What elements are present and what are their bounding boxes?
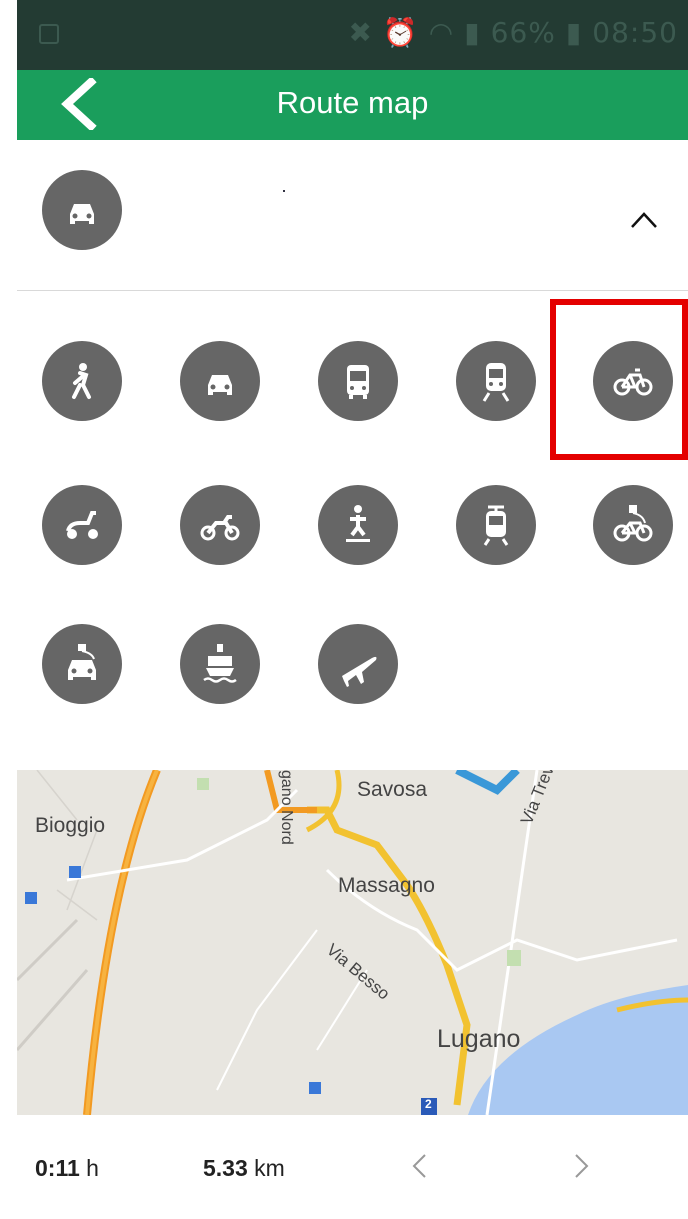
chevron-left-icon[interactable] — [411, 1153, 427, 1179]
airplane-icon[interactable] — [318, 624, 398, 704]
clock: 08:50 — [592, 16, 678, 49]
skateboard-icon[interactable] — [318, 485, 398, 565]
battery-icon: ▮ — [565, 16, 583, 49]
duration-value: 0:11 — [35, 1155, 80, 1181]
chevron-up-icon[interactable] — [629, 204, 659, 234]
tram-icon[interactable] — [456, 485, 536, 565]
map-label-savosa: Savosa — [357, 778, 428, 801]
route-map[interactable]: Savosa Bioggio Massagno Via Trevano Via … — [17, 770, 688, 1115]
bicycle-highlight-box — [550, 299, 688, 460]
marker-dot — [283, 190, 285, 192]
distance-value: 5.33 — [203, 1155, 248, 1181]
map-label-lugano-nord: gano Nord — [278, 770, 295, 845]
page-title: Route map — [276, 85, 429, 120]
wifi-icon: ◠ — [428, 16, 455, 49]
map-label-bioggio: Bioggio — [35, 814, 106, 837]
image-icon — [39, 24, 59, 44]
map-label-massagno: Massagno — [338, 874, 435, 897]
distance-unit: km — [254, 1155, 285, 1181]
motorbike-icon[interactable] — [180, 485, 260, 565]
mute-icon: ✖ — [348, 16, 373, 49]
ship-icon[interactable] — [180, 624, 260, 704]
app-screen: ✖ ⏰ ◠ ▮ 66% ▮ 08:50 Route map Savosa Bio… — [17, 0, 688, 1219]
e-bike-icon[interactable] — [593, 485, 673, 565]
walk-icon[interactable] — [42, 341, 122, 421]
bus-icon[interactable] — [318, 341, 398, 421]
car-icon[interactable] — [42, 170, 122, 250]
chevron-right-icon[interactable] — [574, 1153, 590, 1179]
signal-icon: ▮ — [464, 16, 481, 49]
car-icon[interactable] — [180, 341, 260, 421]
status-bar: ✖ ⏰ ◠ ▮ 66% ▮ 08:50 — [17, 0, 688, 70]
scooter-icon[interactable] — [42, 485, 122, 565]
status-right: ✖ ⏰ ◠ ▮ 66% ▮ 08:50 — [348, 16, 678, 49]
electric-car-icon[interactable] — [42, 624, 122, 704]
map-label-lugano: Lugano — [437, 1025, 521, 1053]
alarm-icon: ⏰ — [382, 16, 419, 49]
duration: 0:11 h — [35, 1155, 99, 1182]
distance: 5.33 km — [203, 1155, 285, 1182]
route-marker: 2 — [425, 1097, 432, 1111]
duration-unit: h — [86, 1155, 99, 1181]
train-icon[interactable] — [456, 341, 536, 421]
map-roads — [17, 770, 688, 1115]
battery-level: 66% — [490, 16, 556, 49]
